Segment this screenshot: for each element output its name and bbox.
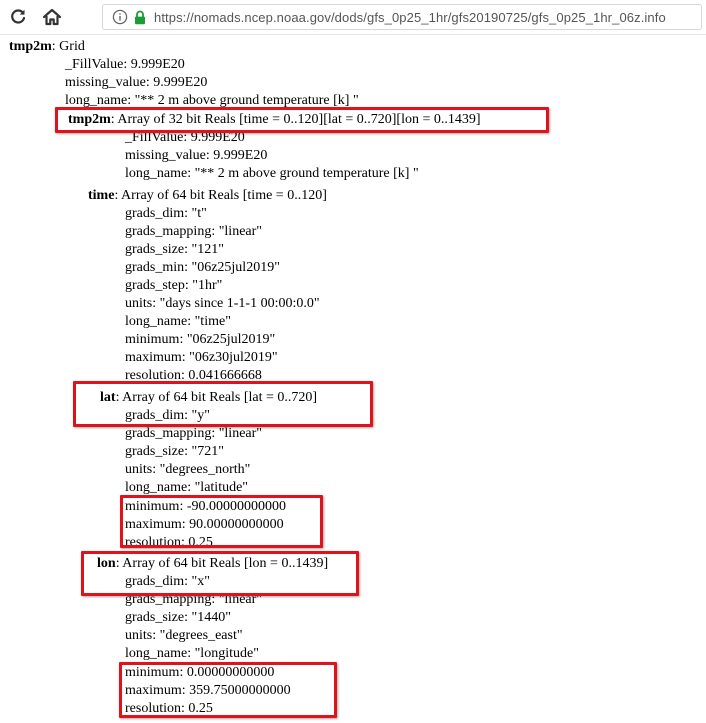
var-attr: units: "days since 1-1-1 00:00:0.0" — [125, 296, 320, 311]
grid-name: tmp2m — [9, 39, 52, 54]
var-attr: grads_size: "1440" — [125, 610, 231, 625]
url-text[interactable]: https://nomads.ncep.noaa.gov/dods/gfs_0p… — [154, 10, 666, 25]
lock-icon[interactable] — [134, 9, 146, 25]
var-attr: grads_mapping: "linear" — [125, 426, 263, 441]
browser-toolbar: https://nomads.ncep.noaa.gov/dods/gfs_0p… — [0, 0, 706, 35]
grid-attr: _FillValue: 9.999E20 — [65, 57, 185, 72]
var-attr: grads_size: "721" — [125, 444, 224, 459]
var-attr: units: "degrees_east" — [125, 628, 243, 643]
var-declaration-time: time: Array of 64 bit Reals [time = 0..1… — [88, 187, 327, 205]
highlight-box-lat — [73, 381, 373, 427]
home-button[interactable] — [40, 5, 64, 29]
grid-header: tmp2m: Grid — [9, 38, 85, 56]
info-icon[interactable] — [112, 9, 128, 25]
grid-type: : Grid — [51, 39, 85, 54]
highlight-box-lon-range — [119, 662, 337, 718]
highlight-box-lon — [81, 551, 359, 596]
var-attr: minimum: "06z25jul2019" — [125, 332, 276, 347]
var-attr: long_name: "time" — [125, 314, 231, 329]
dods-info-page: tmp2m: Grid _FillValue: 9.999E20 missing… — [0, 35, 706, 723]
grid-attr: missing_value: 9.999E20 — [65, 75, 208, 90]
var-decl: : Array of 64 bit Reals [time = 0..120] — [114, 188, 327, 203]
var-attr: grads_step: "1hr" — [125, 278, 223, 293]
highlight-box-lat-range — [120, 495, 323, 548]
highlight-box-tmp2m — [55, 107, 549, 133]
reload-button[interactable] — [6, 5, 30, 29]
reload-icon — [11, 9, 26, 24]
home-icon — [42, 8, 62, 26]
var-attr: grads_mapping: "linear" — [125, 224, 263, 239]
var-attr: missing_value: 9.999E20 — [125, 148, 268, 163]
var-attr: long_name: "longitude" — [125, 646, 259, 661]
var-attr: grads_size: "121" — [125, 242, 224, 257]
var-attr: grads_dim: "t" — [125, 206, 207, 221]
var-name: time — [88, 188, 115, 203]
var-attr: long_name: "** 2 m above ground temperat… — [125, 166, 419, 181]
var-attr: maximum: "06z30jul2019" — [125, 350, 278, 365]
var-attr: grads_min: "06z25jul2019" — [125, 260, 280, 275]
address-bar[interactable]: https://nomads.ncep.noaa.gov/dods/gfs_0p… — [102, 4, 702, 30]
var-attr: units: "degrees_north" — [125, 462, 251, 477]
